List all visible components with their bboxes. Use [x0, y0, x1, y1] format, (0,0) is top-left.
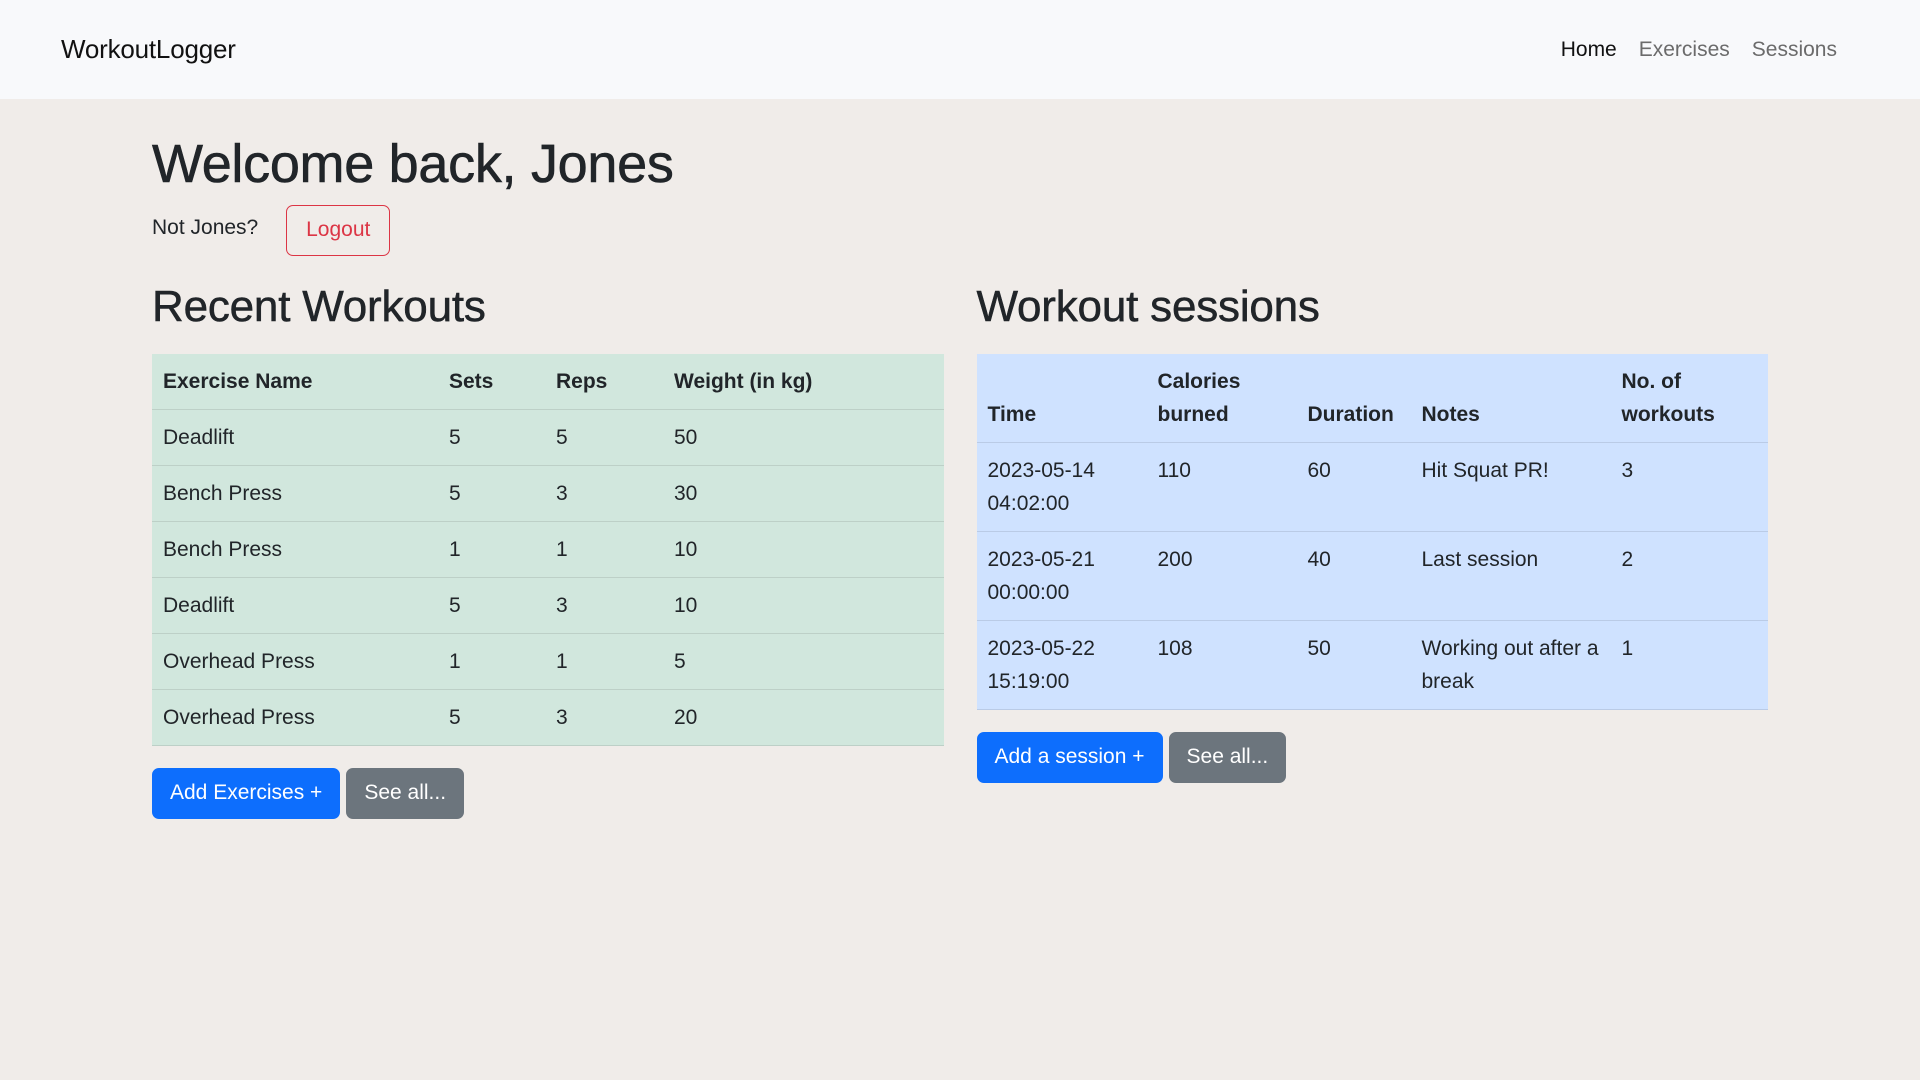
cell-calories: 200	[1157, 547, 1193, 571]
cell-workouts: 3	[1621, 458, 1634, 482]
cell-sets: 1	[449, 537, 461, 561]
col-workouts: No. of workouts	[1611, 354, 1769, 443]
welcome-heading: Welcome back, Jones	[152, 134, 674, 195]
table-row: Bench Press 5 3 30	[152, 465, 944, 522]
cell-time: 2023-05-14 04:02:00	[987, 458, 1095, 515]
cell-time: 2023-05-21 00:00:00	[987, 547, 1095, 604]
sessions-section: Workout sessions Time Calories burned Du…	[976, 281, 1769, 819]
see-all-sessions-button[interactable]: See all...	[1168, 731, 1287, 783]
table-header-row: Time Calories burned Duration Notes No. …	[976, 354, 1769, 443]
cell-weight: 50	[674, 425, 698, 449]
columns: Recent Workouts Exercise Name Sets Reps …	[152, 281, 1768, 819]
cell-sets: 1	[449, 649, 461, 673]
cell-sets: 5	[449, 593, 461, 617]
table-row: Overhead Press 5 3 20	[152, 689, 944, 746]
table-row: Deadlift 5 3 10	[152, 577, 944, 634]
cell-reps: 1	[556, 649, 568, 673]
col-calories: Calories burned	[1147, 354, 1297, 443]
user-row: Not Jones? Logout	[152, 204, 1768, 256]
cell-sets: 5	[449, 481, 461, 505]
sessions-heading: Workout sessions	[976, 281, 1320, 331]
cell-exercise-name: Bench Press	[163, 537, 283, 561]
main-content: Welcome back, Jones Not Jones? Logout Re…	[152, 99, 1768, 819]
logout-button[interactable]: Logout	[286, 204, 391, 256]
col-exercise-name: Exercise Name	[163, 369, 313, 393]
table-row: Deadlift 5 5 50	[152, 409, 944, 466]
cell-weight: 10	[674, 593, 698, 617]
cell-reps: 3	[556, 481, 568, 505]
cell-calories: 110	[1157, 458, 1191, 482]
nav-link-home[interactable]: Home	[1550, 38, 1628, 62]
cell-reps: 5	[556, 425, 568, 449]
cell-duration: 40	[1307, 547, 1331, 571]
sessions-actions: Add a session + See all...	[976, 731, 1769, 783]
col-workouts-label: No. of workouts	[1621, 369, 1715, 426]
nav-link-sessions[interactable]: Sessions	[1741, 38, 1848, 62]
cell-exercise-name: Overhead Press	[163, 649, 315, 673]
cell-sets: 5	[449, 425, 461, 449]
cell-exercise-name: Deadlift	[163, 425, 235, 449]
cell-reps: 1	[556, 537, 568, 561]
cell-reps: 3	[556, 705, 568, 729]
cell-duration: 60	[1307, 458, 1331, 482]
cell-notes: Working out after a break	[1421, 636, 1599, 693]
add-session-button[interactable]: Add a session +	[976, 731, 1163, 783]
cell-reps: 3	[556, 593, 568, 617]
sessions-table: Time Calories burned Duration Notes No. …	[976, 353, 1769, 710]
cell-workouts: 1	[1621, 636, 1634, 660]
cell-sets: 5	[449, 705, 461, 729]
cell-workouts: 2	[1621, 547, 1634, 571]
cell-notes: Last session	[1421, 547, 1539, 571]
table-header-row: Exercise Name Sets Reps Weight (in kg)	[152, 354, 944, 410]
col-duration: Duration	[1307, 402, 1394, 426]
col-time: Time	[987, 402, 1037, 426]
col-calories-label: Calories burned	[1157, 369, 1241, 426]
cell-duration: 50	[1307, 636, 1331, 660]
recent-workouts-section: Recent Workouts Exercise Name Sets Reps …	[152, 281, 944, 819]
recent-workouts-body: Deadlift 5 5 50 Bench Press 5 3 30 Bench Press 1 1…	[152, 409, 944, 746]
not-user-text: Not Jones?	[152, 216, 259, 240]
col-reps: Reps	[556, 369, 608, 393]
recent-workouts-table: Exercise Name Sets Reps Weight (in kg) D…	[152, 353, 944, 746]
cell-weight: 20	[674, 705, 698, 729]
col-sets: Sets	[449, 369, 494, 393]
cell-exercise-name: Deadlift	[163, 593, 235, 617]
table-row: 2023-05-14 04:02:00 110 60 Hit Squat PR! 3	[976, 442, 1768, 532]
nav-links: Home Exercises Sessions	[1550, 38, 1848, 62]
table-row: Bench Press 1 1 10	[152, 521, 944, 578]
cell-calories: 108	[1157, 636, 1193, 660]
cell-exercise-name: Overhead Press	[163, 705, 315, 729]
workouts-actions: Add Exercises + See all...	[152, 767, 944, 819]
nav-link-exercises[interactable]: Exercises	[1628, 38, 1741, 62]
cell-time: 2023-05-22 15:19:00	[987, 636, 1095, 693]
add-exercises-button[interactable]: Add Exercises +	[152, 767, 341, 819]
cell-exercise-name: Bench Press	[163, 481, 283, 505]
sessions-body: 2023-05-14 04:02:00 110 60 Hit Squat PR! 3 20…	[976, 442, 1768, 710]
see-all-workouts-button[interactable]: See all...	[346, 767, 465, 819]
col-weight: Weight (in kg)	[674, 369, 813, 393]
cell-weight: 30	[674, 481, 698, 505]
table-row: Overhead Press 1 1 5	[152, 633, 944, 690]
cell-weight: 5	[674, 649, 686, 673]
recent-workouts-heading: Recent Workouts	[152, 281, 486, 331]
table-row: 2023-05-22 15:19:00 108 50 Working out afte…	[976, 620, 1768, 710]
brand-link[interactable]: WorkoutLogger	[61, 34, 236, 65]
cell-notes: Hit Squat PR!	[1421, 458, 1549, 482]
table-row: 2023-05-21 00:00:00 200 40 Last session 2	[976, 531, 1768, 621]
navbar: WorkoutLogger Home Exercises Sessions	[0, 0, 1920, 99]
cell-weight: 10	[674, 537, 698, 561]
col-notes: Notes	[1421, 402, 1480, 426]
